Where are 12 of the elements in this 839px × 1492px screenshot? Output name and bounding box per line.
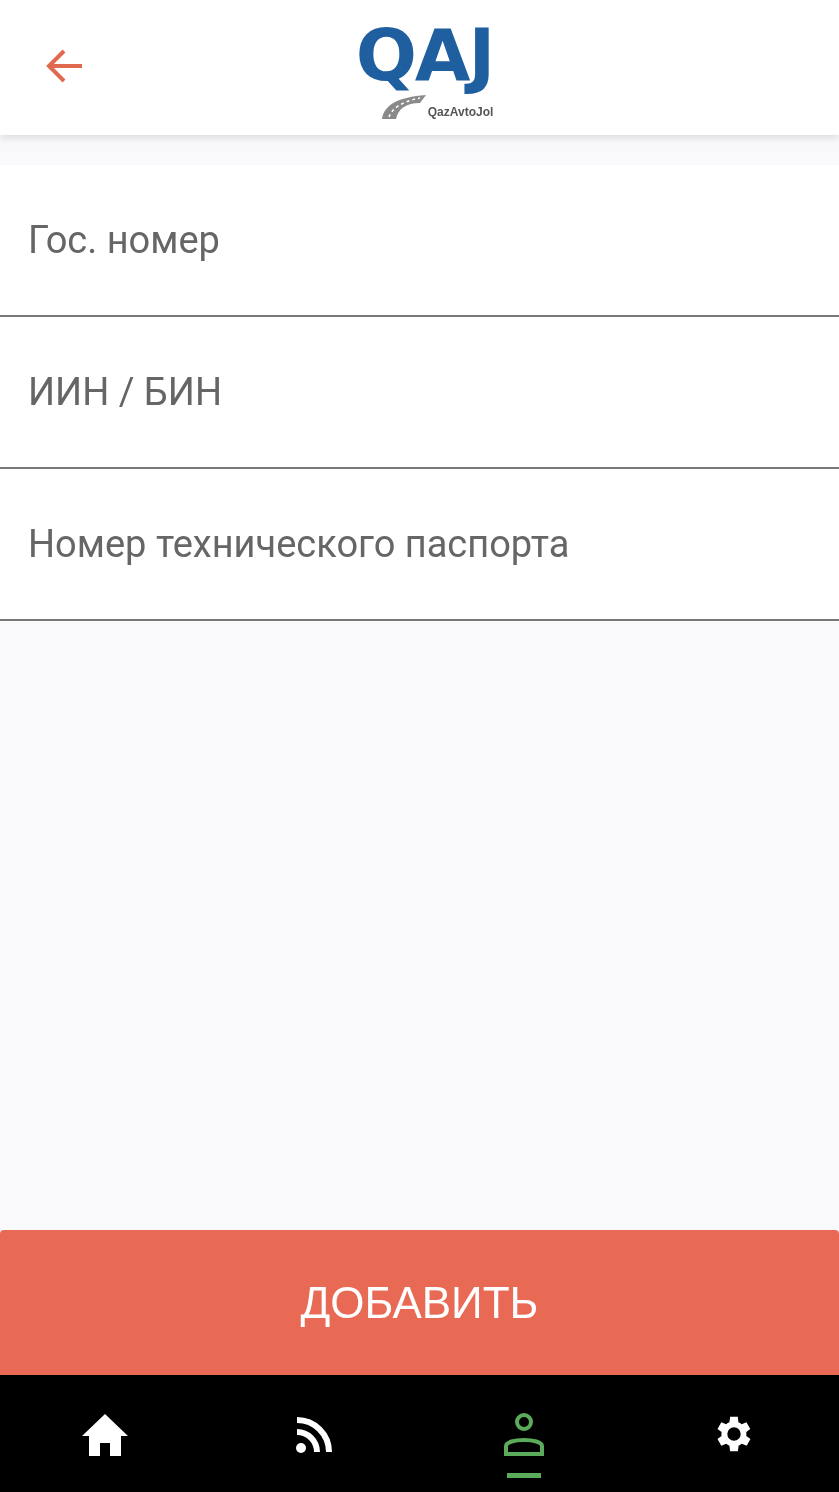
back-button[interactable] [44,48,84,84]
logo-name: QazAvtoJol [427,105,494,120]
logo-letters: QAJ [355,15,494,96]
road-icon [379,93,426,120]
back-arrow-icon [44,48,84,84]
add-button[interactable]: ДОБАВИТЬ [0,1230,839,1375]
home-icon [80,1411,129,1456]
user-icon [504,1411,545,1456]
input-field[interactable]: Номер технического паспорта [0,469,839,621]
input-field[interactable]: ИИН / БИН [0,317,839,469]
active-indicator [507,1473,542,1478]
input-field[interactable]: Гос. номер [0,165,839,317]
